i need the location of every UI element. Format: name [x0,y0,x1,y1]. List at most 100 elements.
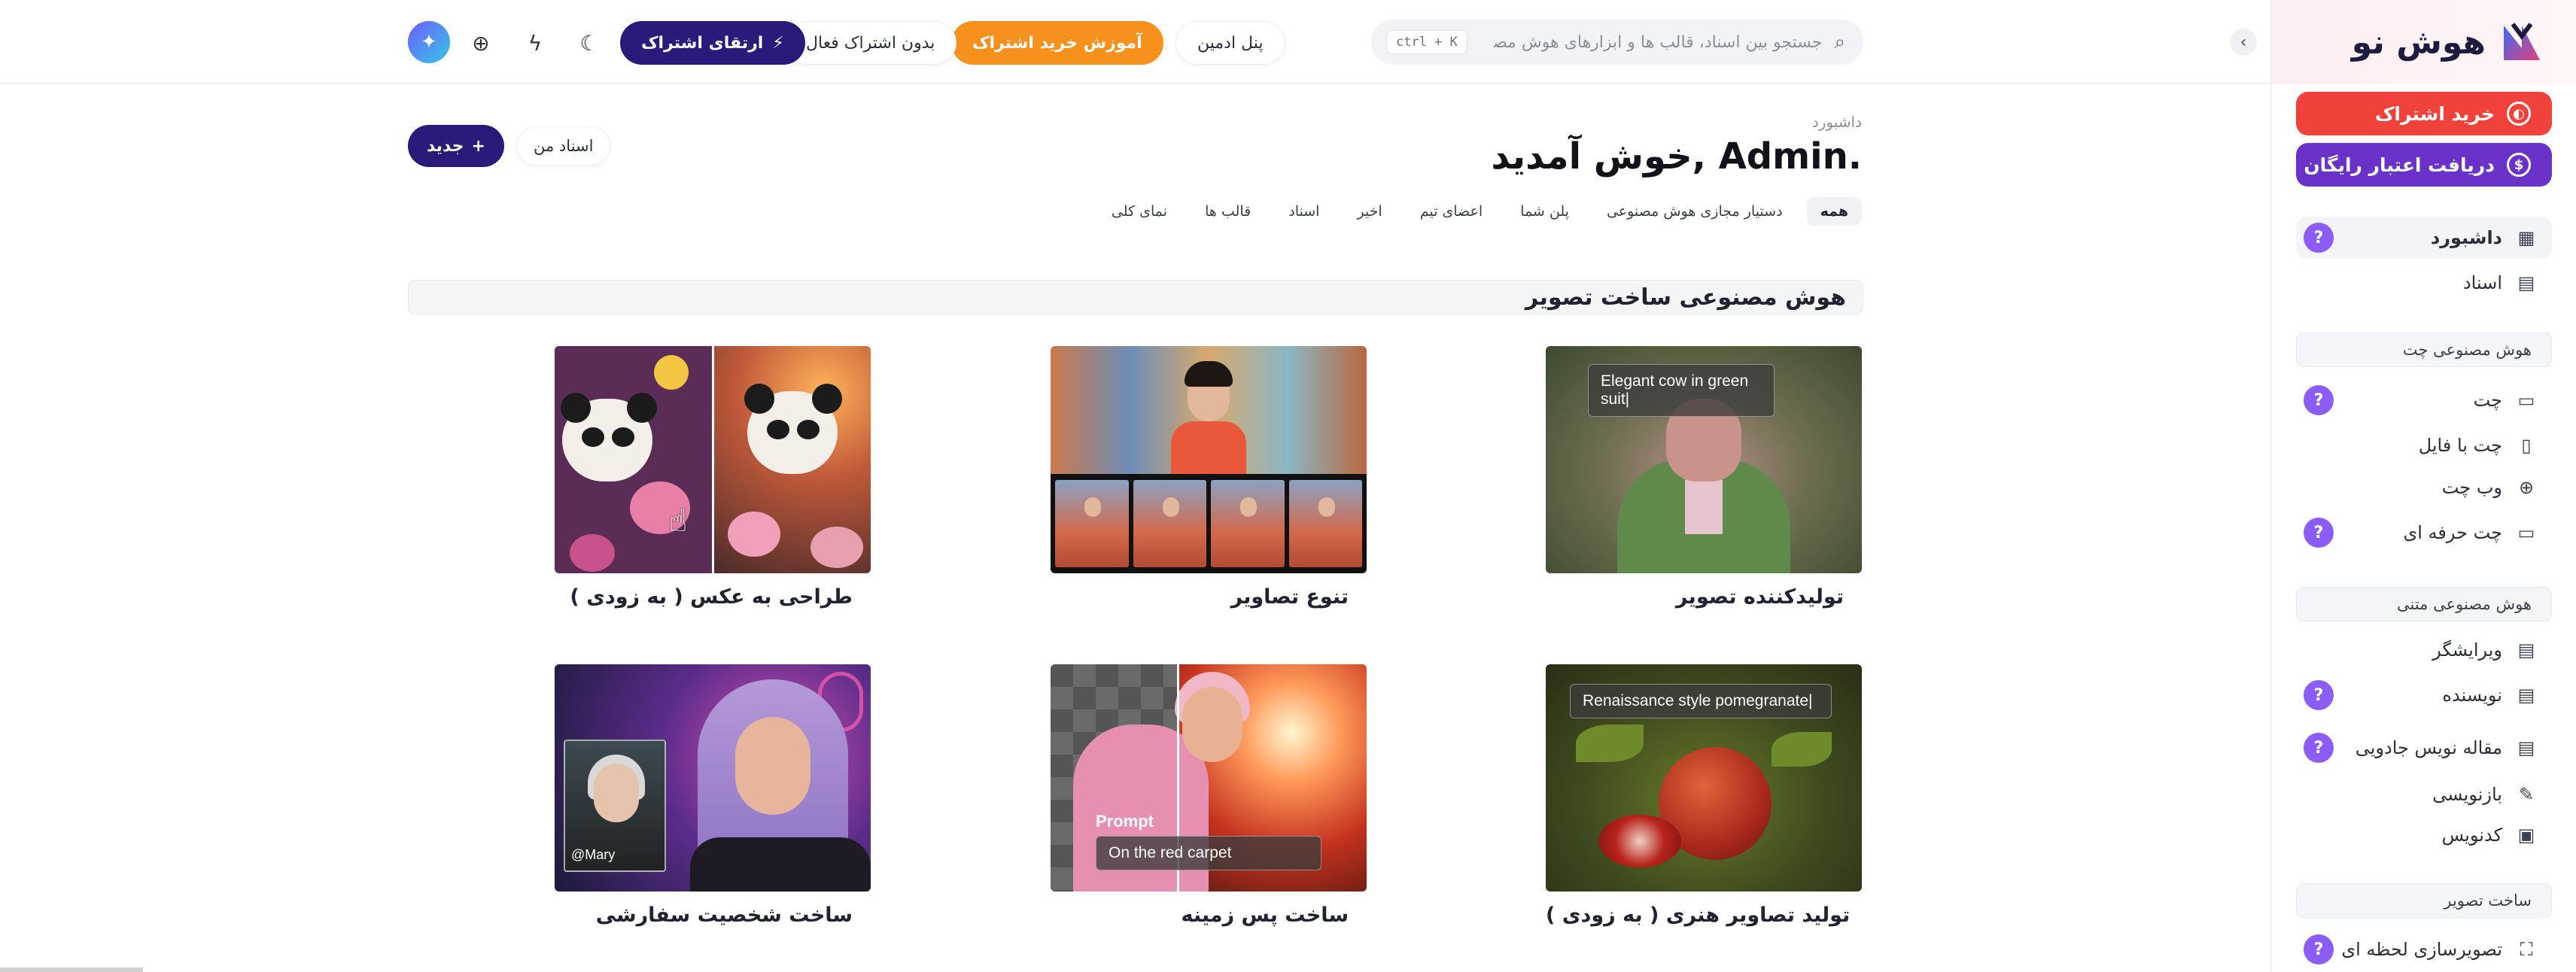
upgrade-label: ارتقای اشتراک [641,33,764,53]
plus-icon: + [471,136,485,156]
admin-panel-button[interactable]: پنل ادمین [1175,21,1285,65]
prompt-overlay: Elegant cow in green suit| [1588,364,1775,417]
pen-icon: ✎ [2518,784,2535,805]
search-input[interactable] [1492,32,1824,53]
sidebar-item-label: چت [2473,390,2502,411]
thumb-shape [1171,361,1246,489]
tab-overview[interactable]: نمای کلی [1098,197,1181,226]
help-badge[interactable]: ? [2304,733,2334,763]
thumb-strip [1051,474,1367,573]
section-title: هوش مصنوعی ساخت تصویر [408,280,1863,314]
card-sketch-to-photo[interactable]: ☝ طراحی به عکس ( به زودی ) [555,346,871,609]
free-credit-button[interactable]: دریافت اعتبار رایگان $ [2296,143,2552,187]
sidebar-item-label: ویرایشگر [2432,639,2502,661]
help-badge[interactable]: ? [2304,934,2334,964]
mention-tag: @Mary [571,847,616,862]
avatar[interactable]: ✦ [408,21,450,63]
card-artistic-images[interactable]: Renaissance style pomegranate| تولید تصا… [1546,664,1862,927]
sidebar-item-instant-image[interactable]: ? تصویرسازی لحظه ای ⛶ [2296,928,2552,970]
card-custom-character[interactable]: @Mary ساخت شخصیت سفارشی [555,664,871,927]
pro-chat-icon: ▭ [2517,522,2535,543]
prompt-overlay: Renaissance style pomegranate| [1570,684,1832,718]
new-button[interactable]: جدید + [408,125,504,167]
card-title: تولید تصاویر هنری ( به زودی ) [1546,904,1851,927]
editor-icon: ▤ [2517,639,2535,661]
shortcut-hint: ctrl + K [1386,30,1467,54]
tabs: همه دستیار مجازی هوش مصنوعی پلن شما اعضا… [1098,197,1862,226]
tab-documents[interactable]: اسناد [1275,197,1333,226]
card-title: طراحی به عکس ( به زودی ) [570,585,853,609]
card-title: تنوع تصاویر [1230,585,1349,609]
hand-cursor-icon: ☝ [669,504,688,539]
card-thumbnail: Elegant cow in green suit| [1546,346,1862,573]
sidebar-item-editor[interactable]: ویرایشگر ▤ [2296,629,2552,671]
card-background-generator[interactable]: Prompt On the red carpet ساخت پس زمینه [1051,664,1367,927]
card-title: ساخت پس زمینه [1181,904,1349,927]
sidebar-item-label: چت با فایل [2418,435,2502,456]
tutorial-button[interactable]: آموزش خرید اشتراک [951,21,1163,65]
palette-icon: ◐ [2507,102,2531,126]
tab-assistant[interactable]: دستیار مجازی هوش مصنوعی [1593,197,1796,226]
sidebar-item-label: بازنویسی [2432,784,2502,805]
sidebar-item-label: اسناد [2462,272,2502,293]
moon-icon[interactable]: ☾ [572,26,607,60]
card-title: ساخت شخصیت سفارشی [595,904,853,927]
section-text: هوش مصنوعی متنی [2296,587,2552,621]
sidebar-item-chat-file[interactable]: چت با فایل ▯ [2296,424,2552,466]
thumb-shape [1598,815,1681,867]
brand-name: هوش نو [2351,23,2486,62]
globe-icon[interactable]: ⊕ [464,26,498,60]
bolt-icon[interactable]: ϟ [518,26,552,60]
tab-recent[interactable]: اخیر [1343,197,1395,226]
tab-all[interactable]: همه [1806,197,1862,226]
tab-templates[interactable]: قالب ها [1191,197,1264,226]
free-credit-label: دریافت اعتبار رایگان [2304,153,2495,176]
prompt-overlay: On the red carpet [1096,836,1321,870]
sidebar: هوش نو خرید اشتراک ◐ دریافت اعتبار رایگا… [2270,0,2576,972]
help-badge[interactable]: ? [2304,385,2334,415]
help-badge[interactable]: ? [2304,518,2334,548]
sidebar-item-code[interactable]: کدنویس ▣ [2296,814,2552,856]
sidebar-item-article[interactable]: ? مقاله نویس جادویی ▤ [2296,727,2552,769]
help-badge[interactable]: ? [2304,223,2334,253]
sidebar-item-dashboard[interactable]: ? داشبورد ▦ [2296,217,2552,259]
search-box[interactable]: ctrl + K ⌕ [1371,20,1863,65]
sidebar-item-pro-chat[interactable]: ? چت حرفه ای ▭ [2296,512,2552,554]
bolt-icon: ⚡ [772,33,784,53]
dollar-icon: $ [2507,153,2531,177]
my-documents-button[interactable]: اسناد من [516,126,611,166]
chat-icon: ▭ [2517,390,2535,411]
top-header: ‹ ctrl + K ⌕ پنل ادمین آموزش خرید اشتراک… [0,0,2270,84]
upgrade-button[interactable]: ارتقای اشتراک ⚡ [620,21,805,65]
scrollbar[interactable] [0,967,143,972]
thumb-shape [690,837,871,892]
breadcrumb[interactable]: داشبورد [1812,113,1862,131]
card-thumbnail: @Mary [555,664,871,892]
prompt-label: Prompt [1096,812,1154,831]
code-icon: ▣ [2517,825,2535,846]
card-thumbnail: ☝ [555,346,871,573]
card-image-variations[interactable]: تنوع تصاویر [1051,346,1367,609]
sidebar-item-chat[interactable]: ? چت ▭ [2296,379,2552,421]
thumb-shape [735,717,811,815]
page-title: خوش آمدید, Admin. [1491,135,1862,178]
sidebar-item-documents[interactable]: اسناد ▤ [2296,262,2552,304]
sidebar-item-label: چت حرفه ای [2403,522,2502,543]
reference-photo: @Mary [564,740,666,872]
card-image-generator[interactable]: Elegant cow in green suit| تولیدکننده تص… [1546,346,1862,609]
sidebar-item-label: تصویرسازی لحظه ای [2341,939,2502,960]
subscription-status[interactable]: بدون اشتراک فعال [784,21,957,65]
instant-image-icon: ⛶ [2520,939,2533,960]
card-thumbnail: Prompt On the red carpet [1051,664,1367,892]
help-badge[interactable]: ? [2304,680,2334,710]
tab-plan[interactable]: پلن شما [1507,197,1583,226]
sidebar-item-label: داشبورد [2430,227,2502,248]
buy-subscription-button[interactable]: خرید اشتراک ◐ [2296,92,2552,135]
collapse-sidebar-button[interactable]: ‹ [2230,29,2257,56]
tab-team[interactable]: اعضای تیم [1407,197,1496,226]
card-thumbnail: Renaissance style pomegranate| [1546,664,1862,892]
sidebar-item-writer[interactable]: ? نویسنده ▤ [2296,674,2552,716]
sidebar-item-web-chat[interactable]: وب چت ⊕ [2296,466,2552,509]
brand[interactable]: هوش نو [2272,0,2576,84]
sidebar-item-rewrite[interactable]: بازنویسی ✎ [2296,773,2552,816]
